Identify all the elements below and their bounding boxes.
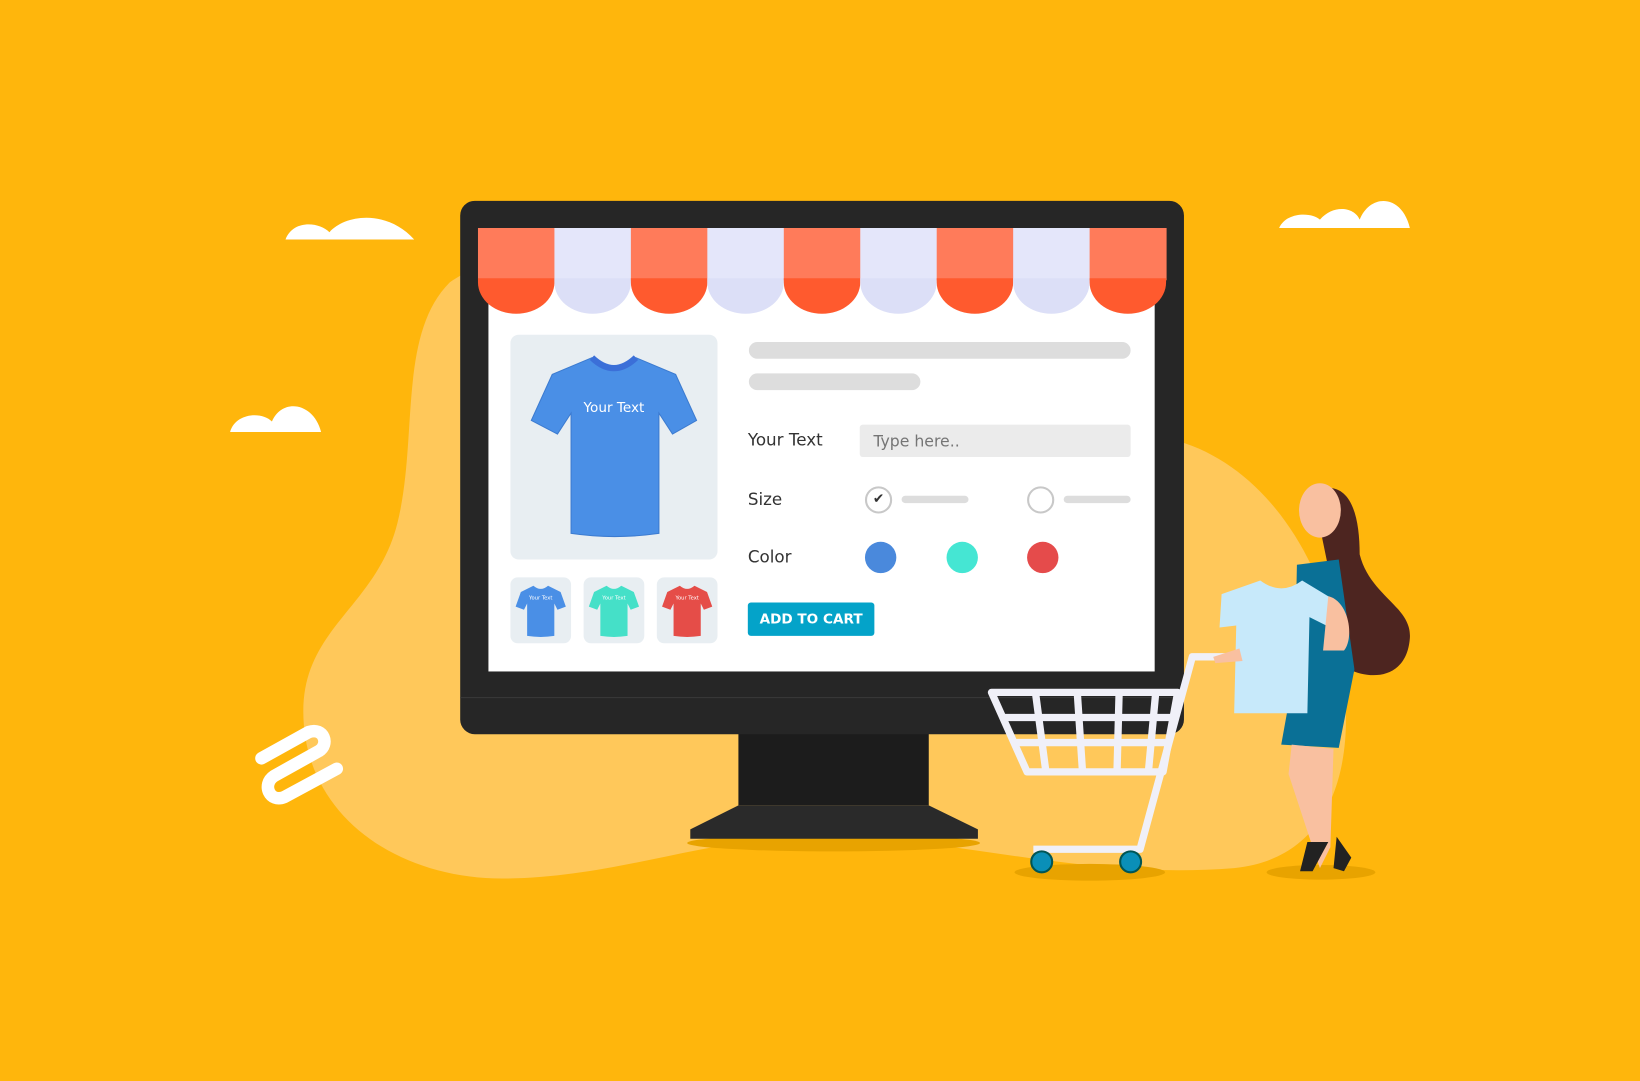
illustration: Your Text Your Text Your Text Your Text Yo… [0,0,1640,1081]
woman-figure [1213,483,1410,872]
shopper-illustration [987,483,1410,874]
shopping-cart-icon [987,653,1235,853]
